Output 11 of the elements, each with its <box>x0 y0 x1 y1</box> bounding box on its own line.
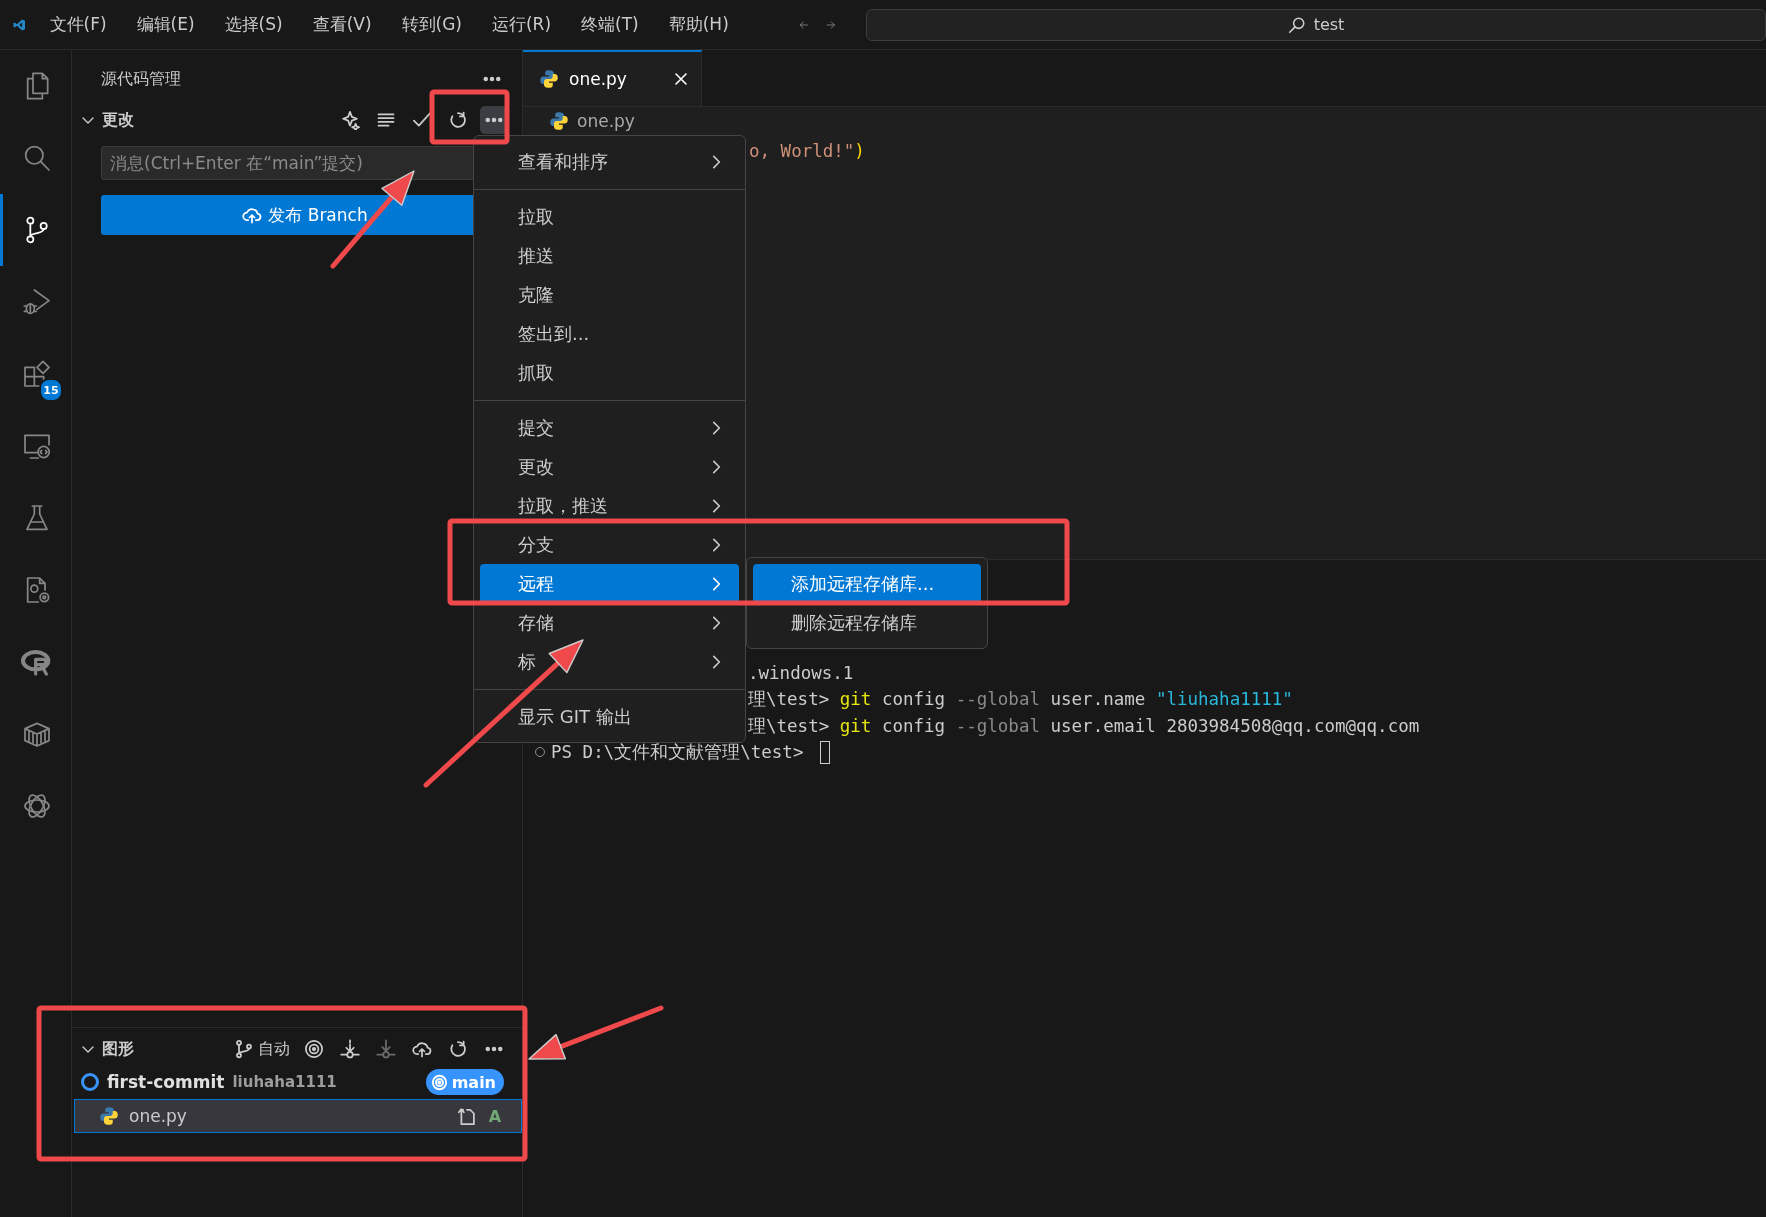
terminal-line: 理\test> git config --global user.email 2803984508@qq.com@qq.com <box>748 714 1420 738</box>
commit-author: liuhaha1111 <box>232 1073 337 1091</box>
file-name: one.py <box>129 1106 187 1126</box>
tab-label: one.py <box>569 69 627 89</box>
branch-name: main <box>451 1072 496 1092</box>
file-status: A <box>487 1106 503 1126</box>
count-badge: 15 <box>39 378 63 402</box>
terminal-line: .windows.1 <box>748 662 854 686</box>
panel-title: 源代码管理 <box>101 68 181 90</box>
terminal-line: PS D:\文件和文献管理\test> <box>551 741 805 765</box>
terminal-line: 理\test> git config --global user.name "liuhaha1111" <box>748 688 1293 712</box>
